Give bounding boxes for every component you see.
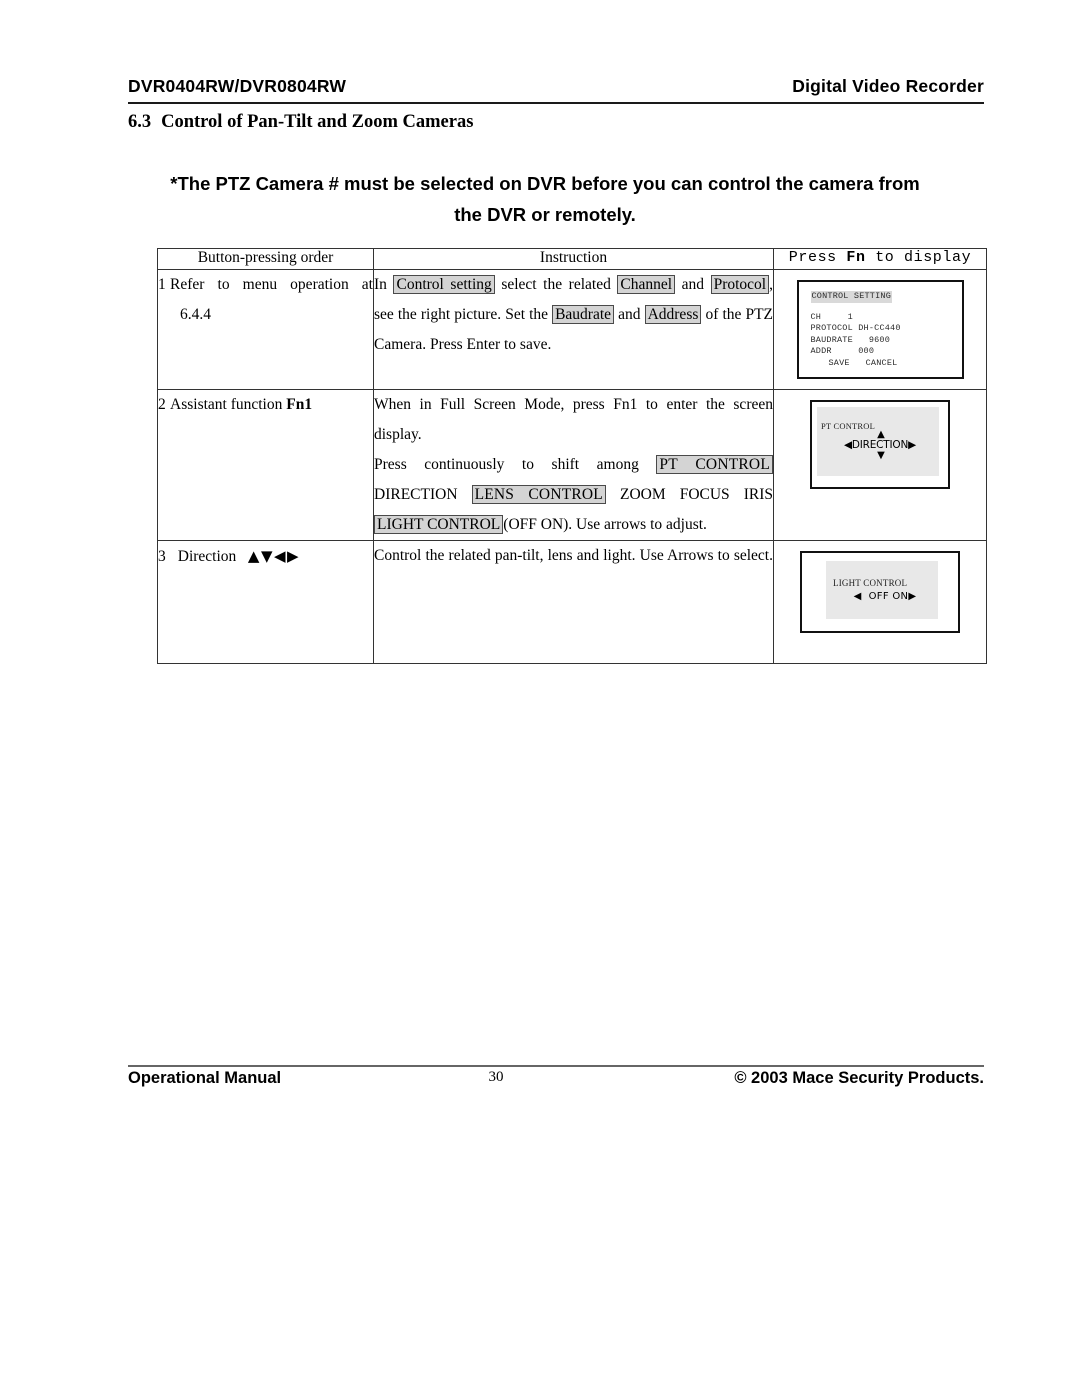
row1-highlight-channel: Channel	[617, 275, 676, 294]
row2-order-text: Assistant function	[170, 396, 287, 413]
row1-instruction-cell: In Control setting select the related Ch…	[373, 269, 774, 390]
section-title: Control of Pan-Tilt and Zoom Cameras	[161, 112, 474, 132]
row3-step-number: 3	[158, 548, 166, 565]
field-label-addr: ADDR	[810, 346, 832, 356]
arrow-right-icon[interactable]: ▶	[908, 591, 916, 602]
field-value-baudrate: 9600	[868, 334, 891, 345]
header-model: DVR0404RW/DVR0804RW	[128, 76, 347, 96]
row1-text-1: In	[374, 276, 394, 293]
row1-order-text: Refer to menu operation at	[170, 276, 373, 293]
row3-order-text: Direction	[177, 548, 237, 565]
control-setting-field-baudrate: BAUDRATE 9600	[811, 335, 962, 347]
ptz-control-table: Button-pressing order Instruction Press …	[157, 248, 987, 664]
intro-note-line1: *The PTZ Camera # must be selected on DV…	[170, 173, 920, 194]
light-control-options[interactable]: OFF ON	[869, 591, 909, 602]
header-press-post: to display	[865, 249, 972, 266]
intro-note: *The PTZ Camera # must be selected on DV…	[150, 168, 940, 230]
row3-paragraph-1: Control the related pan-tilt, lens and l…	[374, 547, 773, 564]
row1-text-2: select the related	[494, 276, 618, 293]
arrow-left-icon[interactable]: ◀	[854, 591, 862, 602]
header-instruction: Instruction	[373, 248, 774, 270]
table-header-row: Button-pressing order Instruction Press …	[157, 248, 987, 270]
section-number: 6.3	[128, 112, 152, 132]
cancel-button[interactable]: CANCEL	[866, 358, 898, 368]
header-fn-key: Fn	[846, 249, 866, 266]
header-rule	[128, 102, 984, 104]
running-header: DVR0404RW/DVR0804RW Digital Video Record…	[128, 76, 984, 97]
row2-paragraph-2: Press continuously to shift among PT CON…	[374, 450, 773, 540]
row2-instruction-text: When in Full Screen Mode, press Fn1 to e…	[374, 390, 773, 540]
row2-order-key: Fn1	[286, 396, 313, 413]
row3-order-line1: 3 Direction ▲▼◀▶	[158, 541, 373, 572]
direction-arrows-icon: ▲▼◀▶	[247, 547, 301, 565]
field-value-ch: 1	[847, 311, 853, 322]
row3-instruction-cell: Control the related pan-tilt, lens and l…	[373, 540, 774, 664]
field-value-protocol: DH-CC440	[858, 323, 901, 333]
control-setting-buttons: SAVE CANCEL	[811, 358, 962, 370]
row1-highlight-control-setting: Control setting	[393, 275, 495, 294]
table-row: 2 Assistant function Fn1 When in Full Scr…	[157, 389, 987, 541]
pt-control-screen: PT CONTROL ▲ ◀DIRECTION▶ ▼	[810, 400, 950, 489]
control-setting-panel-wrap: CONTROL SETTING CH 1 PROTOCOL DH-CC440 B…	[774, 270, 986, 389]
pt-control-panel-wrap: PT CONTROL ▲ ◀DIRECTION▶ ▼	[774, 390, 986, 499]
control-setting-screen: CONTROL SETTING CH 1 PROTOCOL DH-CC440 B…	[796, 280, 964, 379]
row1-order-line2: 6.4.4	[180, 306, 211, 323]
row1-display-cell: CONTROL SETTING CH 1 PROTOCOL DH-CC440 B…	[773, 269, 987, 390]
control-setting-field-ch: CH 1	[811, 312, 962, 324]
row2-highlight-light-control: LIGHT CONTROL	[374, 515, 504, 534]
header-product: Digital Video Recorder	[792, 76, 984, 96]
row2-highlight-lens-control: LENS CONTROL	[471, 485, 606, 504]
row2-order-line1: 2 Assistant function Fn1	[158, 390, 373, 420]
footer-rule	[128, 1065, 984, 1067]
row1-order-cell: 1 Refer to menu operation at 6.4.4	[157, 269, 374, 390]
row3-order-cell: 3 Direction ▲▼◀▶	[157, 540, 374, 664]
arrow-left-icon[interactable]: ◀	[844, 439, 852, 451]
row2-highlight-pt-control: PT CONTROL	[656, 455, 773, 474]
document-page: DVR0404RW/DVR0804RW Digital Video Record…	[0, 0, 1080, 1397]
row1-text-3: and	[675, 276, 711, 293]
row2-instruction-cell: When in Full Screen Mode, press Fn1 to e…	[373, 389, 774, 541]
row3-instruction-text: Control the related pan-tilt, lens and l…	[374, 541, 773, 571]
page-number: 30	[488, 1069, 504, 1085]
control-setting-field-addr: ADDR 000	[811, 346, 962, 358]
intro-note-line2: the DVR or remotely.	[454, 204, 636, 225]
row1-order-line1: 1 Refer to menu operation at	[158, 270, 373, 300]
header-press-fn-display: Press Fn to display	[773, 248, 987, 270]
row1-instruction-text: In Control setting select the related Ch…	[374, 270, 773, 360]
control-setting-title: CONTROL SETTING	[810, 291, 893, 303]
page-footer: Operational Manual 30 © 2003 Mace Securi…	[128, 1069, 984, 1088]
row2-text-c: ZOOM FOCUS IRIS	[605, 486, 773, 503]
arrow-down-icon[interactable]: ▼	[814, 451, 948, 461]
row1-highlight-address: Address	[644, 305, 702, 324]
row3-display-cell: LIGHT CONTROL ◀ OFF ON▶	[773, 540, 987, 664]
row2-paragraph-1: When in Full Screen Mode, press Fn1 to e…	[374, 396, 773, 443]
header-button-order: Button-pressing order	[157, 248, 374, 270]
row2-step-number: 2	[158, 396, 166, 413]
field-label-protocol: PROTOCOL	[810, 323, 853, 333]
header-press-pre: Press	[788, 249, 847, 266]
table-row: 3 Direction ▲▼◀▶ Control the related pan…	[157, 540, 987, 664]
field-label-baudrate: BAUDRATE	[810, 334, 853, 345]
light-control-panel-wrap: LIGHT CONTROL ◀ OFF ON▶	[774, 541, 986, 643]
row1-step-number: 1	[158, 276, 166, 293]
direction-pad: ▲ ◀DIRECTION▶ ▼	[812, 430, 948, 461]
control-setting-field-protocol: PROTOCOL DH-CC440	[811, 323, 962, 335]
row1-highlight-baudrate: Baudrate	[552, 305, 615, 324]
arrow-right-icon[interactable]: ▶	[908, 439, 916, 451]
field-label-ch: CH	[810, 311, 822, 322]
table-row: 1 Refer to menu operation at 6.4.4 In Con…	[157, 269, 987, 390]
row2-text-a: Press continuously to shift among	[374, 456, 657, 473]
arrow-up-icon[interactable]: ▲	[814, 430, 948, 440]
row1-highlight-protocol: Protocol	[710, 275, 770, 294]
row2-order-cell: 2 Assistant function Fn1	[157, 389, 374, 541]
row2-display-cell: PT CONTROL ▲ ◀DIRECTION▶ ▼	[773, 389, 987, 541]
row1-text-5: and	[614, 306, 645, 323]
light-control-screen: LIGHT CONTROL ◀ OFF ON▶	[800, 551, 960, 633]
save-button[interactable]: SAVE	[829, 358, 850, 368]
section-heading: 6.3 Control of Pan-Tilt and Zoom Cameras	[128, 112, 473, 133]
row2-text-b: DIRECTION	[374, 486, 472, 503]
light-control-selector: ◀ OFF ON▶	[833, 582, 937, 612]
field-value-addr: 000	[858, 346, 875, 356]
row2-text-d: (OFF ON). Use arrows to adjust.	[503, 516, 707, 533]
